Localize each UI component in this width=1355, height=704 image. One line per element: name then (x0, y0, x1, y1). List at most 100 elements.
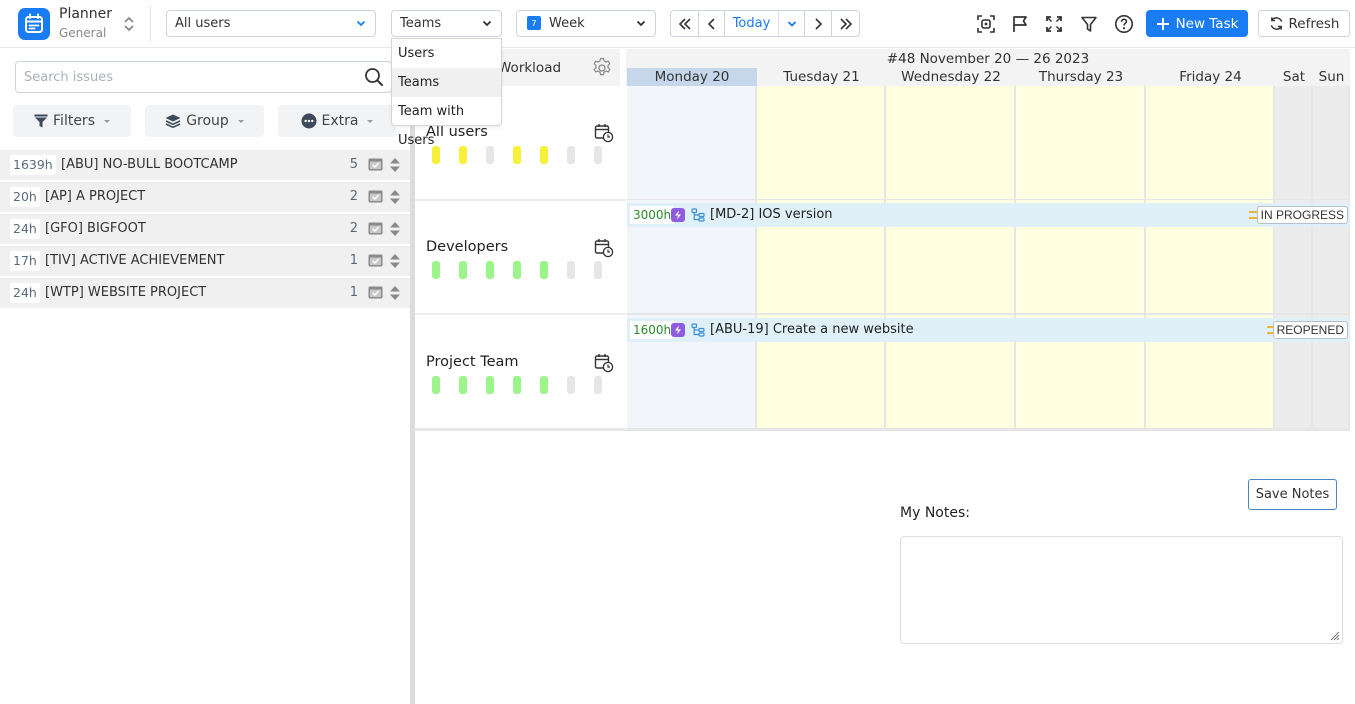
view-option-users[interactable]: Users (392, 39, 501, 68)
day-load-bar (486, 376, 494, 394)
fullscreen-icon[interactable] (1043, 13, 1065, 35)
app-switcher-icon[interactable] (122, 14, 136, 34)
day-load-bar (486, 261, 494, 279)
day-cell[interactable] (1146, 86, 1275, 201)
team-row: Project Team (415, 316, 626, 430)
chevron-down-icon (482, 20, 492, 27)
day-load-bar (567, 261, 575, 279)
date-picker-dropdown[interactable] (779, 11, 805, 36)
day-load-bar (513, 261, 521, 279)
caret-down-icon (237, 119, 244, 123)
task-bar[interactable]: 1600h [ABU-19] Create a new website REOPEN… (627, 318, 1350, 342)
filter-icon[interactable] (1078, 13, 1100, 35)
notes-textarea[interactable] (900, 536, 1343, 644)
project-hours: 20h (10, 187, 40, 207)
extra-button[interactable]: Extra (278, 105, 396, 137)
new-task-label: New Task (1175, 15, 1239, 32)
refresh-button[interactable]: Refresh (1258, 10, 1350, 37)
help-icon[interactable] (1113, 13, 1135, 35)
team-name[interactable]: Developers (426, 239, 508, 255)
refresh-icon (1270, 17, 1282, 30)
view-select[interactable]: Teams (391, 10, 502, 37)
day-cell[interactable] (1016, 86, 1146, 201)
day-cell[interactable] (627, 86, 757, 201)
sort-icon[interactable] (389, 285, 401, 301)
filters-label: Filters (53, 113, 95, 129)
project-issue-count: 5 (349, 157, 358, 172)
calendar-check-icon[interactable] (368, 189, 383, 203)
calendar-check-icon[interactable] (368, 253, 383, 267)
sort-icon[interactable] (389, 221, 401, 237)
day-cell[interactable] (1275, 86, 1313, 201)
project-row[interactable]: 1639h [ABU] NO-BULL BOOTCAMP 5 (0, 150, 410, 180)
planner-logo-icon (18, 8, 50, 40)
project-row[interactable]: 20h [AP] A PROJECT 2 (0, 182, 410, 212)
project-name: [GFO] BIGFOOT (45, 221, 146, 236)
period-select[interactable]: 7 Week (516, 10, 656, 37)
view-option-team-with-users[interactable]: Team with Users (392, 97, 501, 148)
calendar-clock-icon[interactable] (594, 238, 614, 258)
flag-icon[interactable] (1009, 13, 1031, 35)
calendar-clock-icon[interactable] (594, 353, 614, 373)
team-name[interactable]: All users (426, 124, 488, 140)
filters-button[interactable]: Filters (13, 105, 131, 137)
task-status-badge: IN PROGRESS (1256, 206, 1348, 224)
chevron-down-icon (636, 20, 646, 27)
search-icon[interactable] (364, 67, 384, 87)
save-notes-button[interactable]: Save Notes (1248, 479, 1337, 510)
gear-icon[interactable] (591, 57, 613, 79)
day-header: Wednesday 22 (901, 69, 1001, 85)
app-title: Planner (59, 6, 113, 22)
notes-label: My Notes: (900, 505, 970, 521)
day-cell[interactable] (886, 86, 1016, 201)
focus-icon[interactable] (975, 13, 997, 35)
new-task-button[interactable]: New Task (1146, 10, 1248, 37)
day-load-bar (513, 376, 521, 394)
next-button[interactable] (805, 11, 832, 36)
day-load-bar (567, 376, 575, 394)
day-header: Friday 24 (1179, 69, 1242, 85)
calendar-check-icon[interactable] (368, 221, 383, 235)
sort-icon[interactable] (389, 157, 401, 173)
project-row[interactable]: 17h [TIV] ACTIVE ACHIEVEMENT 1 (0, 246, 410, 276)
double-chevron-left-icon (678, 17, 691, 30)
project-name: [AP] A PROJECT (45, 189, 146, 204)
project-hours: 24h (10, 283, 40, 303)
view-select-value: Teams (400, 16, 442, 31)
day-header: Thursday 23 (1038, 69, 1124, 85)
day-load-bar (567, 146, 575, 164)
project-row[interactable]: 24h [GFO] BIGFOOT 2 (0, 214, 410, 244)
day-load-bar (540, 261, 548, 279)
search-placeholder: Search issues (24, 70, 113, 85)
project-row[interactable]: 24h [WTP] WEBSITE PROJECT 1 (0, 278, 410, 308)
view-dropdown-menu: Users Teams Team with Users (391, 38, 502, 148)
day-cell[interactable] (757, 86, 886, 201)
week-title: #48 November 20 — 26 2023 (886, 51, 1090, 67)
sort-icon[interactable] (389, 253, 401, 269)
user-select-value: All users (175, 16, 231, 31)
group-button[interactable]: Group (145, 105, 264, 137)
project-list: 1639h [ABU] NO-BULL BOOTCAMP 5 20h [AP] A PR… (0, 150, 410, 310)
sort-icon[interactable] (389, 189, 401, 205)
day-header: Tuesday 21 (783, 69, 860, 85)
day-load-bars (432, 376, 602, 394)
resize-handle-icon[interactable] (1328, 629, 1340, 641)
date-navigation: Today (670, 10, 860, 37)
project-hours: 1639h (10, 155, 56, 175)
calendar-check-icon[interactable] (368, 285, 383, 299)
day-load-bar (594, 376, 602, 394)
calendar-clock-icon[interactable] (594, 123, 614, 143)
refresh-label: Refresh (1288, 15, 1340, 32)
user-select[interactable]: All users (166, 10, 376, 37)
first-page-button[interactable] (671, 11, 699, 36)
team-name[interactable]: Project Team (426, 354, 519, 370)
calendar-check-icon[interactable] (368, 157, 383, 171)
last-page-button[interactable] (832, 11, 859, 36)
task-bar[interactable]: 3000h [MD-2] IOS version IN PROGRESS (627, 203, 1350, 227)
day-cell[interactable] (1313, 86, 1350, 201)
today-button[interactable]: Today (725, 11, 779, 36)
previous-button[interactable] (699, 11, 725, 36)
view-option-teams[interactable]: Teams (392, 68, 501, 97)
day-load-bar (459, 146, 467, 164)
day-load-bar (432, 376, 440, 394)
